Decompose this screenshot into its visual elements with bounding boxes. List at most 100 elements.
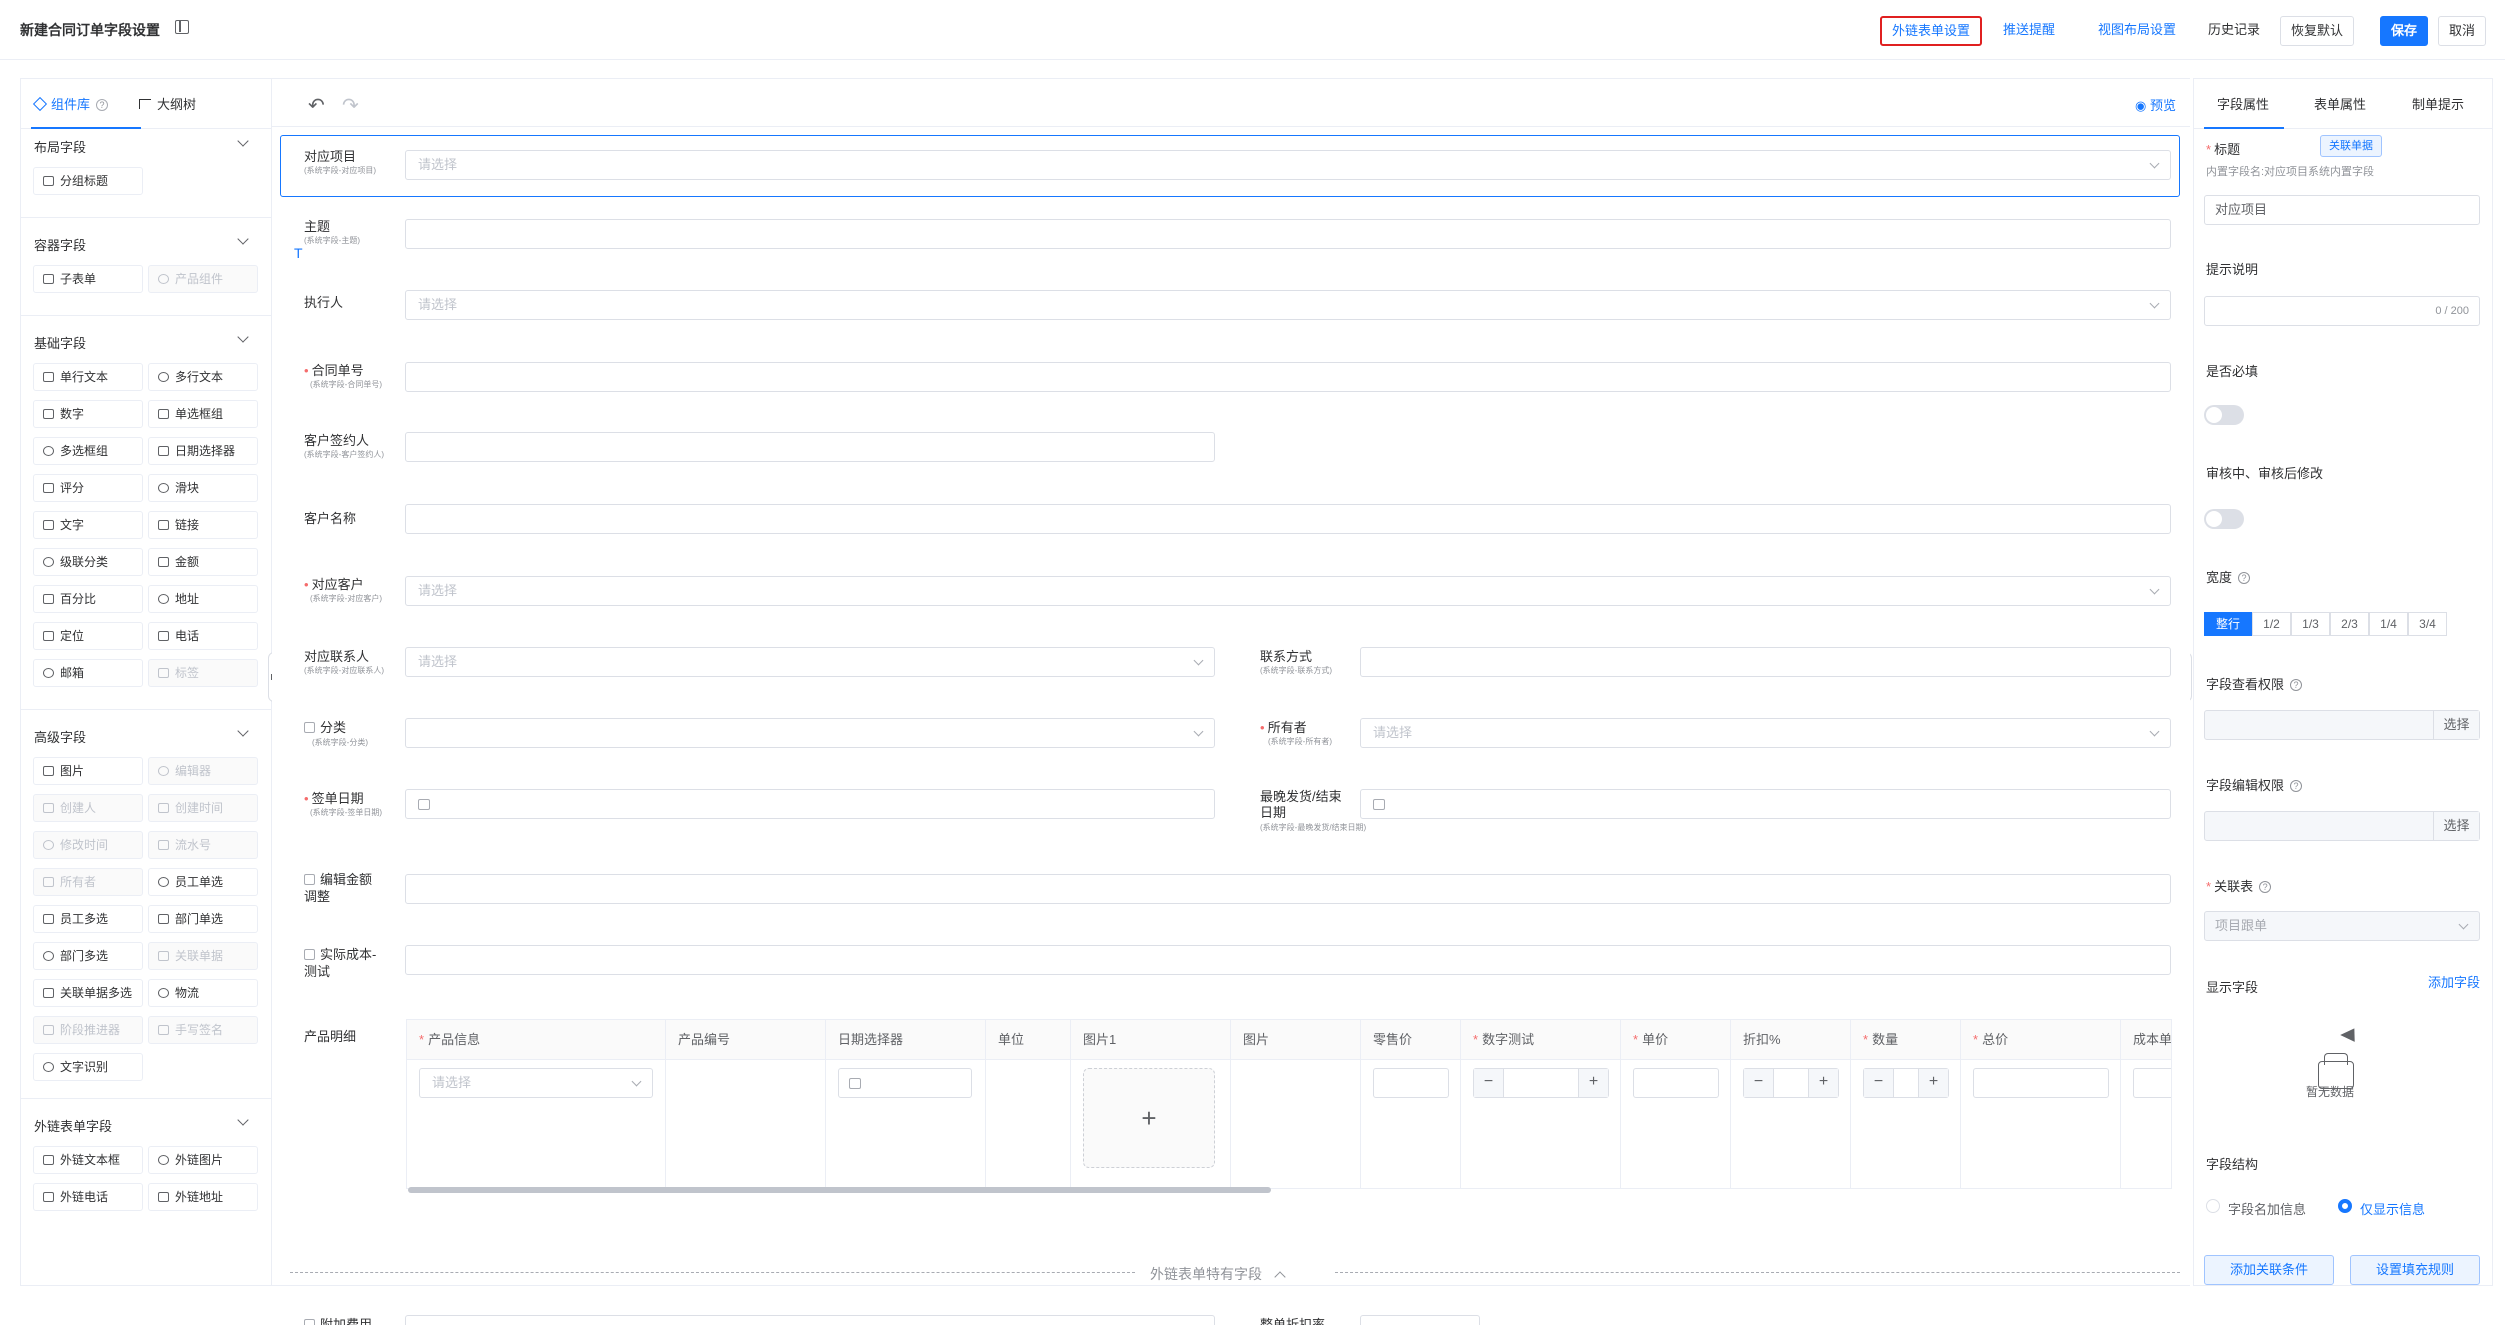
customer-name-input[interactable] — [405, 504, 2171, 534]
required-toggle[interactable] — [2204, 405, 2244, 425]
component-chip[interactable]: 文字识别 — [33, 1053, 143, 1081]
chevron-down-icon[interactable] — [237, 135, 249, 147]
unit-price-input[interactable] — [1633, 1068, 1719, 1098]
minus-icon[interactable]: − — [1744, 1069, 1774, 1097]
component-chip[interactable]: 员工单选 — [148, 868, 258, 896]
plus-icon[interactable]: + — [1918, 1069, 1948, 1097]
discount-stepper[interactable] — [1360, 1315, 1480, 1325]
component-chip[interactable]: 评分 — [33, 474, 143, 502]
component-chip[interactable]: 日期选择器 — [148, 437, 258, 465]
chevron-down-icon[interactable] — [237, 233, 249, 245]
subject-input[interactable] — [405, 219, 2171, 249]
component-chip[interactable]: 单选框组 — [148, 400, 258, 428]
component-chip[interactable]: 关联单据多选 — [33, 979, 143, 1007]
external-form-settings-button[interactable]: 外链表单设置 — [1880, 16, 1983, 46]
component-chip[interactable]: 外链电话 — [33, 1183, 143, 1211]
product-info-select[interactable]: 请选择 — [419, 1068, 653, 1098]
component-chip[interactable]: 定位 — [33, 622, 143, 650]
width-option-button[interactable]: 2/3 — [2330, 612, 2369, 636]
external-form-section-divider[interactable]: 外链表单特有字段 — [290, 1264, 2180, 1283]
save-button[interactable]: 保存 — [2380, 16, 2429, 46]
width-option-button[interactable]: 整行 — [2204, 612, 2252, 636]
image-upload-box[interactable]: + — [1083, 1068, 1215, 1168]
component-chip[interactable]: 员工多选 — [33, 905, 143, 933]
add-field-link[interactable]: 添加字段 — [2428, 972, 2480, 991]
view-permission-input[interactable]: 选择 — [2204, 710, 2480, 740]
width-option-button[interactable]: 1/2 — [2252, 612, 2291, 636]
structure-radio-info-only[interactable] — [2338, 1199, 2352, 1213]
width-option-button[interactable]: 1/3 — [2291, 612, 2330, 636]
view-permission-select-button[interactable]: 选择 — [2433, 711, 2479, 739]
component-chip[interactable]: 分组标题 — [33, 167, 143, 195]
cancel-button[interactable]: 取消 — [2438, 16, 2487, 46]
customer-select[interactable]: 请选择 — [405, 576, 2171, 606]
component-chip[interactable]: 数字 — [33, 400, 143, 428]
plus-icon[interactable]: + — [1808, 1069, 1838, 1097]
component-chip[interactable]: 级联分类 — [33, 548, 143, 576]
component-chip[interactable]: 图片 — [33, 757, 143, 785]
view-layout-settings-button[interactable]: 视图布局设置 — [2088, 16, 2186, 46]
plus-icon[interactable]: + — [1578, 1069, 1608, 1097]
title-input[interactable]: 对应项目 — [2204, 195, 2480, 225]
group-title[interactable]: 基础字段 — [34, 333, 86, 352]
component-chip[interactable]: 多行文本 — [148, 363, 258, 391]
add-related-condition-button[interactable]: 添加关联条件 — [2204, 1255, 2334, 1285]
undo-icon[interactable]: ↶ — [308, 93, 325, 118]
structure-radio-field-info[interactable] — [2206, 1199, 2220, 1213]
related-document-tag[interactable]: 关联单据 — [2320, 135, 2382, 157]
push-reminder-button[interactable]: 推送提醒 — [1993, 16, 2065, 46]
signer-input[interactable] — [405, 432, 1215, 462]
component-chip[interactable]: 邮箱 — [33, 659, 143, 687]
number-stepper[interactable]: − + — [1473, 1068, 1609, 1098]
redo-icon[interactable]: ↷ — [342, 93, 359, 118]
amount-adjust-input[interactable] — [405, 874, 2171, 904]
component-chip[interactable]: 物流 — [148, 979, 258, 1007]
owner-select[interactable]: 请选择 — [1360, 718, 2171, 748]
width-option-button[interactable]: 1/4 — [2369, 612, 2408, 636]
tab-field-properties[interactable]: 字段属性 — [2217, 94, 2269, 113]
number-stepper[interactable]: − + — [1743, 1068, 1839, 1098]
extra-fee-input[interactable] — [405, 1315, 1215, 1325]
cost-input[interactable] — [2133, 1068, 2171, 1098]
component-chip[interactable]: 部门单选 — [148, 905, 258, 933]
cost-test-input[interactable] — [405, 945, 2171, 975]
group-title[interactable]: 布局字段 — [34, 137, 86, 156]
component-chip[interactable]: 金额 — [148, 548, 258, 576]
component-chip[interactable]: 滑块 — [148, 474, 258, 502]
preview-button[interactable]: ◉ 预览 — [2135, 95, 2176, 114]
latest-date-picker[interactable] — [1360, 789, 2171, 819]
component-chip[interactable]: 电话 — [148, 622, 258, 650]
tab-form-properties[interactable]: 表单属性 — [2314, 94, 2366, 113]
chevron-down-icon[interactable] — [237, 331, 249, 343]
tab-component-library[interactable]: 组件库? — [32, 94, 109, 113]
layout-icon[interactable] — [175, 20, 189, 34]
sign-date-picker[interactable] — [405, 789, 1215, 819]
structure-option-info-only[interactable]: 仅显示信息 — [2360, 1199, 2425, 1218]
component-chip[interactable]: 外链图片 — [148, 1146, 258, 1174]
set-fill-rule-button[interactable]: 设置填充规则 — [2350, 1255, 2480, 1285]
component-chip[interactable]: 部门多选 — [33, 942, 143, 970]
component-chip[interactable]: 外链文本框 — [33, 1146, 143, 1174]
component-chip[interactable]: 地址 — [148, 585, 258, 613]
width-option-button[interactable]: 3/4 — [2408, 612, 2447, 636]
related-table-select[interactable]: 项目跟单 — [2204, 911, 2480, 941]
tab-form-tips[interactable]: 制单提示 — [2412, 94, 2464, 113]
chevron-down-icon[interactable] — [237, 725, 249, 737]
contract-no-input[interactable] — [405, 362, 2171, 392]
minus-icon[interactable]: − — [1864, 1069, 1894, 1097]
component-chip[interactable]: 链接 — [148, 511, 258, 539]
minus-icon[interactable]: − — [1474, 1069, 1504, 1097]
edit-permission-input[interactable]: 选择 — [2204, 811, 2480, 841]
number-stepper[interactable]: − + — [1863, 1068, 1949, 1098]
structure-option-field-info[interactable]: 字段名加信息 — [2228, 1199, 2306, 1218]
component-chip[interactable]: 单行文本 — [33, 363, 143, 391]
tab-outline-tree[interactable]: 大纲树 — [139, 94, 196, 113]
history-button[interactable]: 历史记录 — [2198, 16, 2270, 46]
retail-price-input[interactable] — [1373, 1068, 1449, 1098]
restore-default-button[interactable]: 恢复默认 — [2280, 16, 2355, 46]
group-title[interactable]: 高级字段 — [34, 727, 86, 746]
project-select[interactable]: 请选择 — [405, 150, 2171, 180]
tip-input[interactable]: 0 / 200 — [2204, 296, 2480, 326]
contact-select[interactable]: 请选择 — [405, 647, 1215, 677]
category-select[interactable] — [405, 718, 1215, 748]
